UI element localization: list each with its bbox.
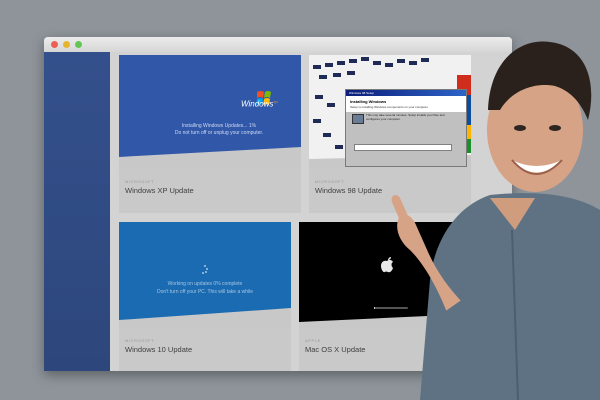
presenter-head [487, 41, 592, 192]
card-windows-10[interactable]: Working on updates 0% complete Don't tur… [119, 222, 291, 371]
windows-10-screen [119, 222, 291, 330]
card-footer: MICROSOFT Windows 10 Update [119, 328, 291, 371]
windows-xp-thumbnail[interactable]: Windowsxp Installing Windows Updates... … [119, 55, 301, 169]
windows-xp-status-line1: Installing Windows Updates... 1% [181, 123, 257, 129]
windows-xp-status-line2: Do not turn off or unplug your computer. [174, 130, 264, 136]
card-footer: MICROSOFT Windows XP Update [119, 169, 301, 213]
close-window-button[interactable] [51, 41, 58, 48]
windows-xp-brand: Windowsxp [241, 99, 278, 109]
card-windows-xp[interactable]: Windowsxp Installing Windows Updates... … [119, 55, 301, 213]
windows-10-thumbnail[interactable]: Working on updates 0% complete Don't tur… [119, 222, 291, 330]
card-category: MICROSOFT [125, 179, 155, 184]
sidebar [44, 52, 110, 371]
windows-xp-screen [119, 55, 301, 169]
card-category: MICROSOFT [125, 338, 155, 343]
card-category: APPLE [305, 338, 321, 343]
minimize-window-button[interactable] [63, 41, 70, 48]
maximize-window-button[interactable] [75, 41, 82, 48]
windows-10-status-line1: Working on updates 0% complete [167, 281, 243, 287]
presenter-photo [391, 41, 600, 400]
card-title[interactable]: Windows 10 Update [125, 345, 192, 354]
card-title[interactable]: Windows XP Update [125, 186, 194, 195]
windows-10-status-line2: Don't turn off your PC. This will take a… [156, 289, 254, 295]
